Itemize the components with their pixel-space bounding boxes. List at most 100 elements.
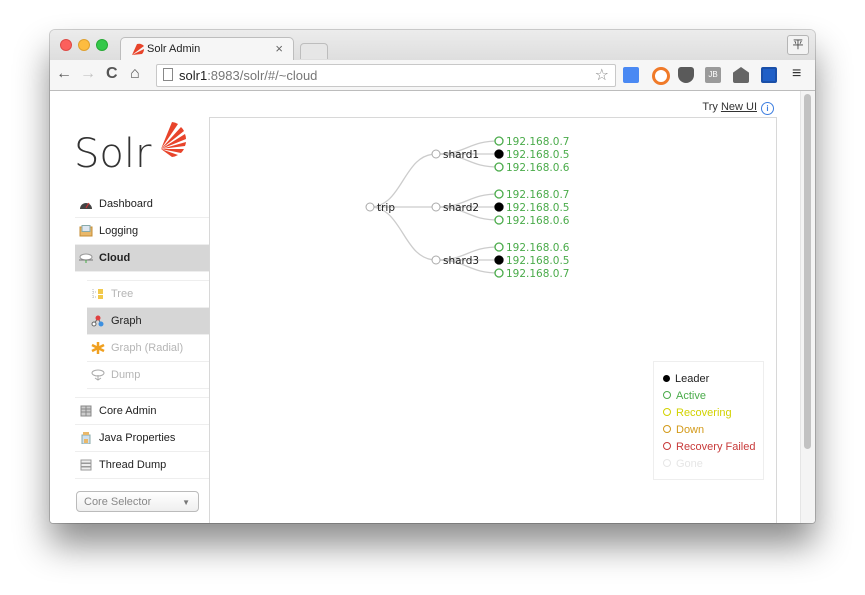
- sidebar-item-dump[interactable]: Dump: [87, 362, 209, 389]
- legend-label: Recovery Failed: [676, 441, 756, 453]
- new-tab-button[interactable]: [300, 43, 328, 59]
- mail-icon[interactable]: [733, 67, 749, 83]
- tree-icon: [92, 289, 103, 299]
- new-ui-link[interactable]: New UI: [721, 101, 757, 113]
- legend-dot-icon: [663, 442, 671, 450]
- replica-label[interactable]: 192.168.0.5: [506, 202, 569, 214]
- replica-node[interactable]: [494, 268, 504, 278]
- close-window-button[interactable]: [60, 39, 72, 51]
- chevron-down-icon: ▼: [182, 498, 190, 507]
- legend-item: Down: [663, 424, 704, 436]
- reload-icon[interactable]: C: [106, 65, 118, 83]
- minimize-window-button[interactable]: [78, 39, 90, 51]
- forward-icon[interactable]: →: [80, 65, 96, 83]
- shard-node[interactable]: [431, 255, 441, 265]
- replica-label[interactable]: 192.168.0.6: [506, 215, 570, 227]
- legend-dot-icon: [663, 391, 671, 399]
- info-icon[interactable]: i: [761, 102, 774, 115]
- legend-item: Leader: [663, 373, 709, 385]
- book-icon[interactable]: [761, 67, 777, 83]
- replica-node[interactable]: [494, 242, 504, 252]
- replica-label[interactable]: 192.168.0.6: [506, 162, 570, 174]
- graph-link: [369, 206, 437, 261]
- sidebar-item-tree[interactable]: Tree: [87, 281, 209, 308]
- browser-tab[interactable]: Solr Admin ×: [120, 37, 294, 61]
- pocket-icon[interactable]: [678, 67, 694, 83]
- replica-leader-node[interactable]: [494, 255, 504, 265]
- collection-label[interactable]: trip: [377, 202, 395, 214]
- sidebar-item-graph[interactable]: Graph: [87, 308, 209, 335]
- core-selector-dropdown[interactable]: Core Selector ▼: [76, 491, 199, 512]
- replica-label[interactable]: 192.168.0.6: [506, 242, 570, 254]
- graph-icon: [91, 315, 104, 327]
- replica-label[interactable]: 192.168.0.7: [506, 268, 569, 280]
- legend-dot-icon: [663, 459, 671, 467]
- google-translate-icon[interactable]: [623, 67, 639, 83]
- solr-sun-icon: [161, 122, 186, 157]
- legend-item: Recovery Failed: [663, 441, 755, 453]
- sidebar-item-dashboard[interactable]: Dashboard: [75, 191, 209, 218]
- solr-favicon-icon: [132, 43, 145, 55]
- browser-window: Solr Admin × 平 ← → C ⌂ solr1:8983/solr/#…: [50, 30, 815, 523]
- try-new-ui: Try New UI i: [702, 101, 774, 115]
- java-properties-icon: [81, 432, 91, 444]
- address-bar[interactable]: solr1:8983/solr/#/~cloud ☆: [156, 64, 616, 87]
- legend-label: Gone: [676, 458, 703, 470]
- logo-text: Solr: [74, 131, 152, 175]
- sidebar-item-java-properties[interactable]: Java Properties: [75, 425, 209, 452]
- legend-dot-icon: [663, 408, 671, 416]
- cloud-icon: [79, 253, 93, 263]
- title-bar: Solr Admin × 平: [50, 30, 815, 61]
- jetbrains-icon[interactable]: JB: [705, 67, 721, 83]
- legend-item: Recovering: [663, 407, 732, 419]
- replica-leader-node[interactable]: [494, 202, 504, 212]
- sidebar-item-thread-dump[interactable]: Thread Dump: [75, 452, 209, 479]
- menu-icon[interactable]: ≡: [792, 65, 801, 83]
- profile-button[interactable]: 平: [787, 35, 809, 55]
- replica-label[interactable]: 192.168.0.7: [506, 189, 569, 201]
- cloud-submenu: Tree Graph Graph (Radial) Dump: [87, 272, 209, 397]
- home-icon[interactable]: ⌂: [130, 65, 140, 83]
- sidebar: Dashboard Logging Cloud Tree Graph Graph…: [75, 191, 209, 479]
- legend-item: Gone: [663, 458, 703, 470]
- replica-label[interactable]: 192.168.0.7: [506, 136, 569, 148]
- sidebar-item-core-admin[interactable]: Core Admin: [75, 397, 209, 425]
- dump-icon: [91, 369, 105, 381]
- dashboard-icon: [80, 202, 92, 209]
- browser-toolbar: ← → C ⌂ solr1:8983/solr/#/~cloud ☆ JB ≡: [50, 60, 815, 91]
- graph-radial-icon: [91, 342, 105, 354]
- zoom-window-button[interactable]: [96, 39, 108, 51]
- shard-node[interactable]: [431, 149, 441, 159]
- bookmark-star-icon[interactable]: ☆: [595, 65, 609, 85]
- shard-label[interactable]: shard1: [443, 149, 479, 161]
- replica-node[interactable]: [494, 136, 504, 146]
- back-icon[interactable]: ←: [56, 65, 72, 83]
- page-icon: [163, 68, 173, 81]
- vertical-scrollbar[interactable]: [800, 91, 815, 523]
- sidebar-item-logging[interactable]: Logging: [75, 218, 209, 245]
- collection-node[interactable]: [365, 202, 375, 212]
- tab-close-icon[interactable]: ×: [275, 41, 283, 56]
- url-text[interactable]: solr1:8983/solr/#/~cloud: [179, 68, 317, 83]
- page-viewport: Try New UI i Solr Dashboard Logging Clou…: [50, 91, 815, 523]
- replica-node[interactable]: [494, 162, 504, 172]
- shard-label[interactable]: shard3: [443, 255, 479, 267]
- replica-node[interactable]: [494, 215, 504, 225]
- replica-label[interactable]: 192.168.0.5: [506, 255, 569, 267]
- graph-legend: Leader Active Recovering Down Recovery Faile…: [653, 361, 764, 480]
- graph-link: [369, 153, 437, 208]
- shard-node[interactable]: [431, 202, 441, 212]
- legend-dot-icon: [663, 375, 670, 382]
- orange-circle-icon[interactable]: [652, 67, 670, 85]
- sidebar-item-cloud[interactable]: Cloud: [75, 245, 209, 272]
- sidebar-item-graph-radial[interactable]: Graph (Radial): [87, 335, 209, 362]
- solr-logo[interactable]: Solr: [74, 115, 194, 175]
- legend-label: Leader: [675, 373, 710, 385]
- legend-label: Recovering: [676, 407, 732, 419]
- replica-leader-node[interactable]: [494, 149, 504, 159]
- shard-label[interactable]: shard2: [443, 202, 479, 214]
- replica-label[interactable]: 192.168.0.5: [506, 149, 569, 161]
- logging-icon: [79, 225, 93, 237]
- replica-node[interactable]: [494, 189, 504, 199]
- scrollbar-thumb[interactable]: [804, 94, 811, 449]
